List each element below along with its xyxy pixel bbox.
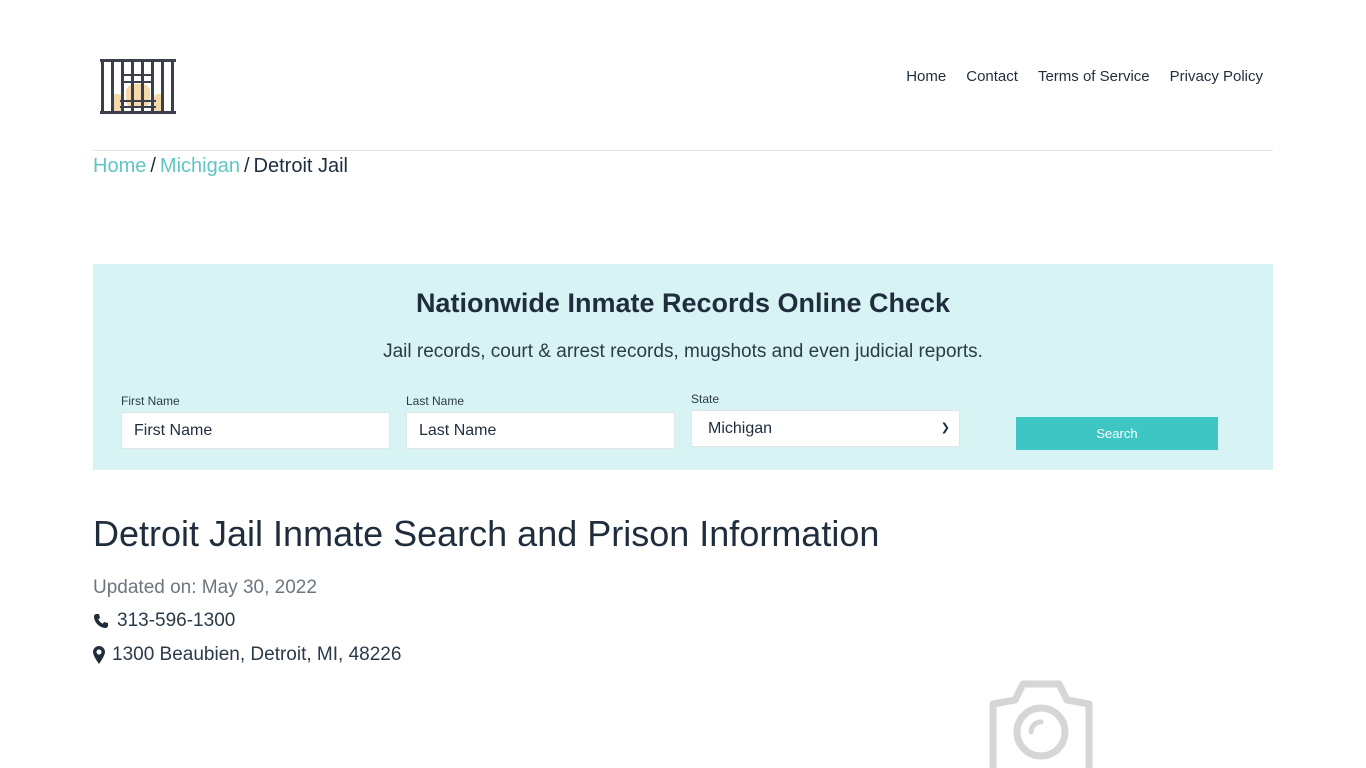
search-button[interactable]: Search xyxy=(1016,417,1218,450)
search-panel: Nationwide Inmate Records Online Check J… xyxy=(93,264,1273,470)
nav-terms[interactable]: Terms of Service xyxy=(1038,68,1150,85)
last-name-field: Last Name xyxy=(406,394,675,449)
site-header: Home Contact Terms of Service Privacy Po… xyxy=(93,0,1273,151)
state-label: State xyxy=(691,392,720,406)
state-field: State Michigan ❯ xyxy=(691,392,960,447)
page-title: Detroit Jail Inmate Search and Prison In… xyxy=(93,513,880,554)
site-logo[interactable] xyxy=(98,56,178,116)
map-marker-icon xyxy=(93,646,105,664)
address-text: 1300 Beaubien, Detroit, MI, 48226 xyxy=(112,644,402,665)
nav-privacy[interactable]: Privacy Policy xyxy=(1170,68,1263,85)
panel-title: Nationwide Inmate Records Online Check xyxy=(415,288,951,318)
breadcrumb-separator: / xyxy=(150,155,156,177)
panel-subtitle: Jail records, court & arrest records, mu… xyxy=(383,341,983,362)
address-row: 1300 Beaubien, Detroit, MI, 48226 xyxy=(93,644,401,666)
breadcrumb-separator: / xyxy=(243,155,250,177)
last-name-label: Last Name xyxy=(406,394,465,408)
breadcrumb-current: Detroit Jail xyxy=(253,155,349,177)
breadcrumb-home[interactable]: Home xyxy=(93,155,146,177)
main-nav: Home Contact Terms of Service Privacy Po… xyxy=(906,68,1263,85)
first-name-input[interactable] xyxy=(121,412,390,449)
phone-number: 313-596-1300 xyxy=(117,610,236,631)
state-select[interactable]: Michigan xyxy=(691,410,960,447)
updated-date: Updated on: May 30, 2022 xyxy=(93,577,317,598)
phone-row: 313-596-1300 xyxy=(93,610,235,632)
breadcrumb: Home / Michigan / Detroit Jail xyxy=(93,155,348,178)
first-name-field: First Name xyxy=(121,394,390,449)
jail-cell-icon xyxy=(100,59,176,114)
first-name-label: First Name xyxy=(121,394,180,408)
camera-icon xyxy=(989,680,1093,768)
last-name-input[interactable] xyxy=(406,412,675,449)
nav-home[interactable]: Home xyxy=(906,68,946,85)
breadcrumb-michigan[interactable]: Michigan xyxy=(160,155,240,177)
phone-icon xyxy=(94,614,108,628)
nav-contact[interactable]: Contact xyxy=(966,68,1018,85)
